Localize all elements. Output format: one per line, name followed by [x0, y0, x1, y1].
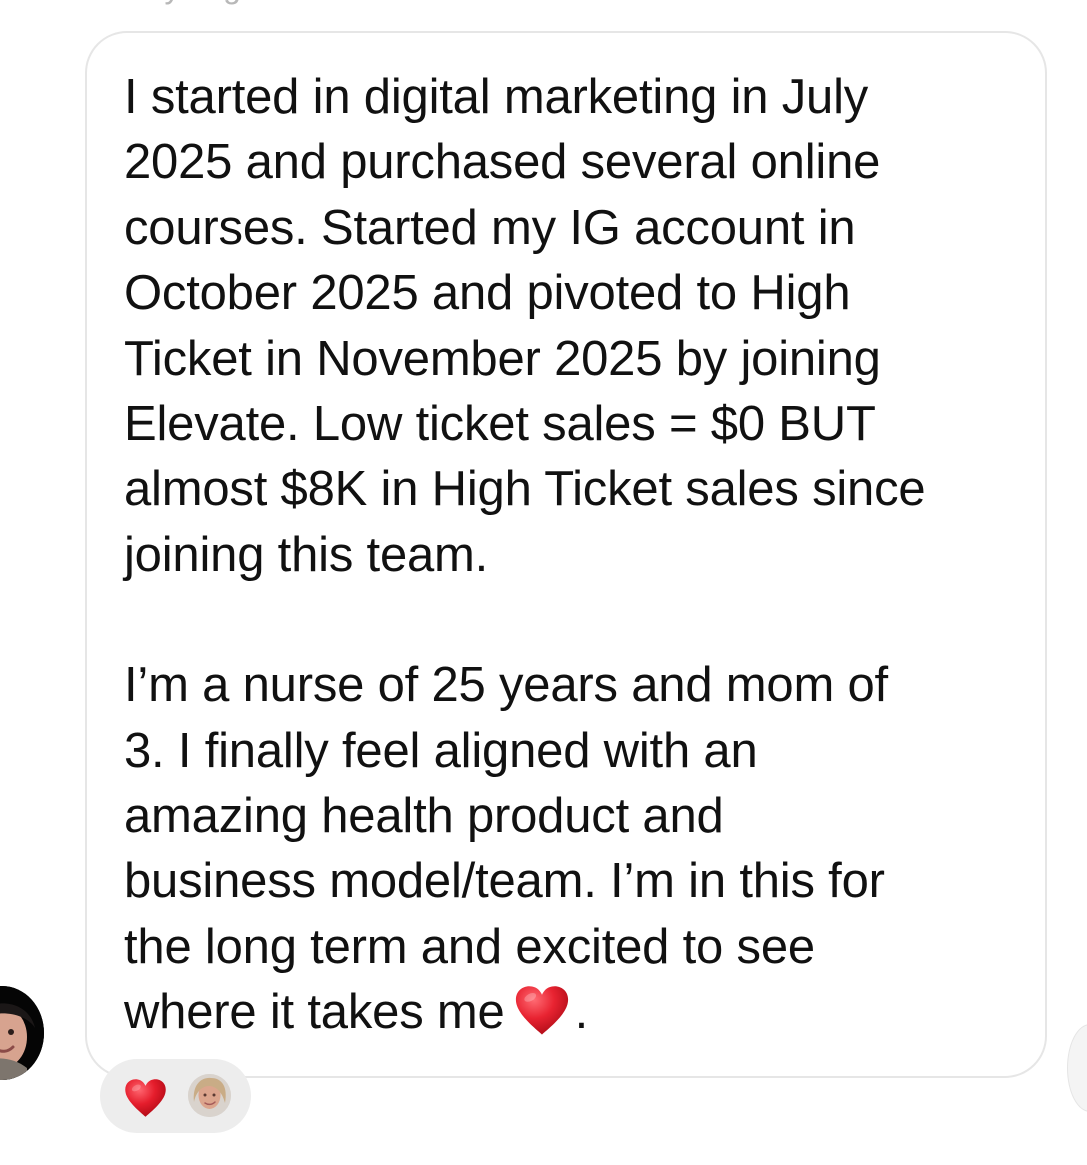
reaction-bar[interactable]: [100, 1059, 251, 1133]
message-paragraph-1: I started in digital marketing in July 2…: [124, 70, 926, 582]
heart-icon: [515, 986, 568, 1035]
previous-message-fragment: ...by ...ig ...: [120, 0, 480, 8]
reactor-photo-icon: [188, 1074, 231, 1117]
message-text: I started in digital marketing in July 2…: [124, 65, 1024, 1046]
profile-photo-icon: [0, 986, 44, 1080]
reaction-heart-icon: [125, 1079, 166, 1117]
partial-control[interactable]: [1067, 1024, 1087, 1112]
reactor-avatar[interactable]: [188, 1074, 231, 1117]
message-period: .: [574, 985, 589, 1040]
message-paragraph-2: I’m a nurse of 25 years and mom of 3. I …: [124, 653, 1024, 1045]
sender-avatar[interactable]: [0, 986, 44, 1080]
message-bubble[interactable]: I started in digital marketing in July 2…: [85, 31, 1047, 1078]
message-paragraph-2-text: I’m a nurse of 25 years and mom of 3. I …: [124, 658, 888, 1040]
